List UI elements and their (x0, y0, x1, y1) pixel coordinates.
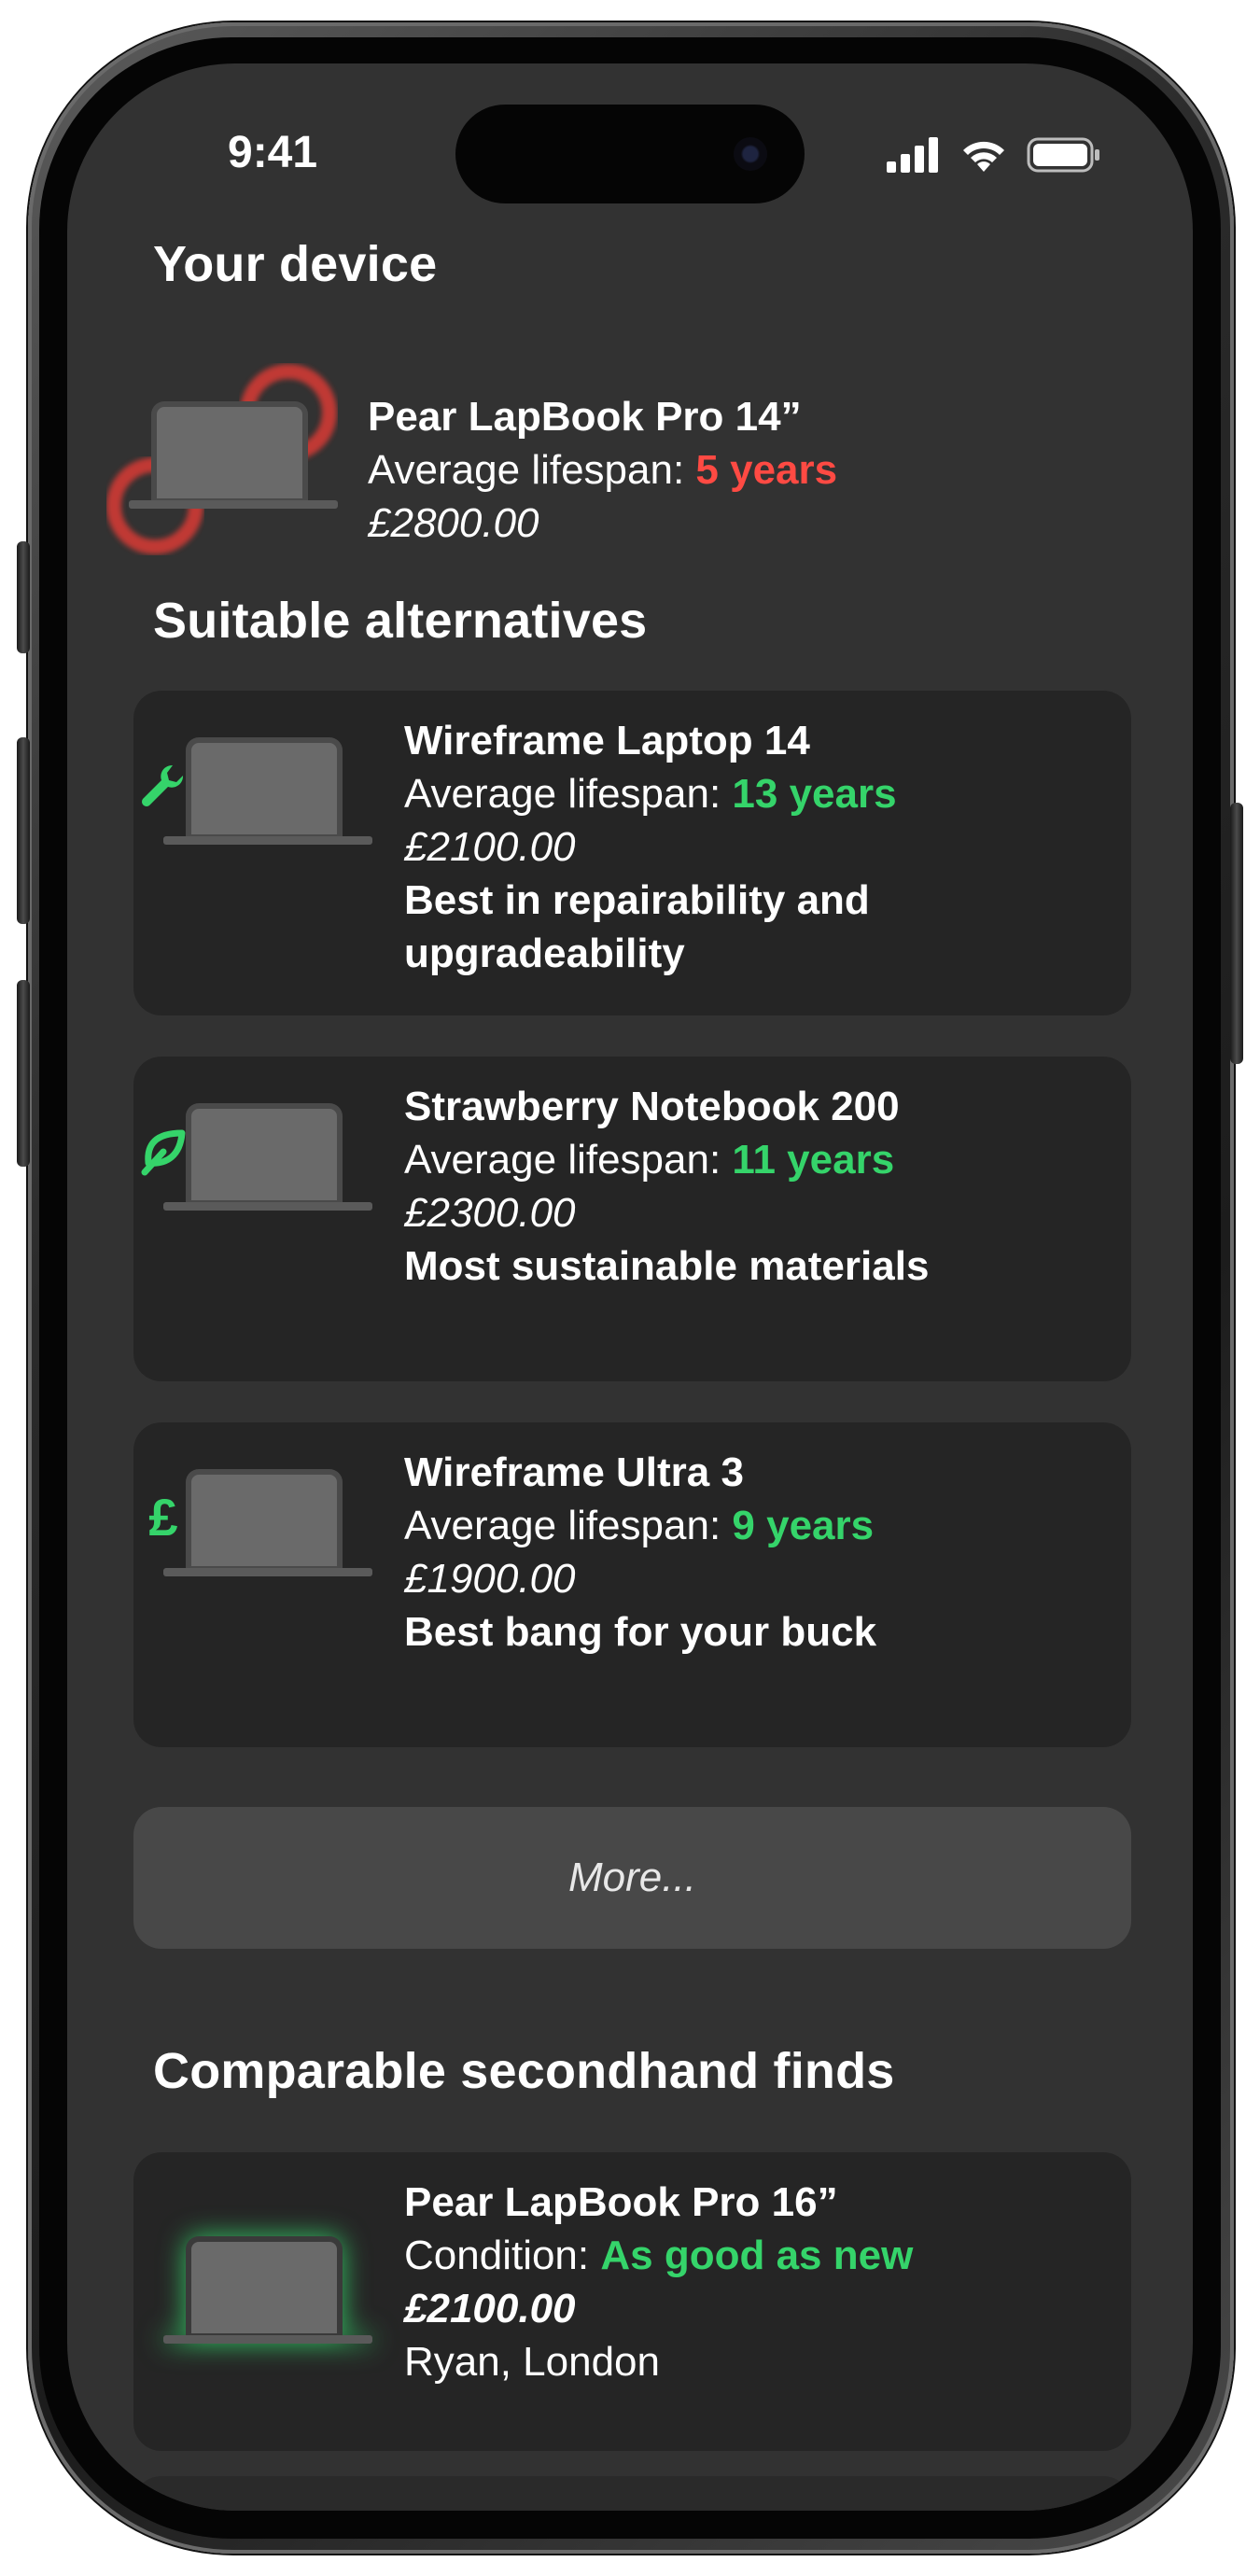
alternative-card-2[interactable]: Strawberry Notebook 200 Average lifespan… (133, 1057, 1131, 1381)
secondhand-price: £2100.00 (404, 2286, 576, 2331)
volume-down-button (17, 980, 30, 1167)
camera-icon (734, 137, 767, 171)
volume-up-button (17, 737, 30, 924)
status-icons (887, 136, 1101, 174)
alternative-name: Wireframe Ultra 3 (404, 1449, 744, 1495)
lifespan-label: Average lifespan: (368, 447, 696, 493)
secondhand-details: Pear LapBook Pro 16” Condition: As good … (404, 2176, 913, 2388)
lifespan-label: Average lifespan: (404, 1137, 733, 1183)
alternative-card-1[interactable]: Wireframe Laptop 14 Average lifespan: 13… (133, 691, 1131, 1015)
alternative-price: £2300.00 (404, 1190, 576, 1236)
secondhand-card-2-peek[interactable] (133, 2476, 1131, 2511)
secondhand-seller: Ryan, London (404, 2339, 660, 2385)
secondhand-card-1[interactable]: Pear LapBook Pro 16” Condition: As good … (133, 2152, 1131, 2451)
alternative-details: Strawberry Notebook 200 Average lifespan… (404, 1080, 929, 1293)
condition-label: Condition: (404, 2233, 601, 2278)
status-time: 9:41 (228, 128, 318, 177)
alternative-lifespan: Average lifespan: 11 years (404, 1133, 929, 1186)
your-device-item[interactable]: Pear LapBook Pro 14” Average lifespan: 5… (67, 343, 1193, 554)
lifespan-value: 13 years (732, 771, 897, 817)
alternative-price: £2100.00 (404, 824, 576, 870)
action-button (17, 541, 30, 653)
alternative-details: Wireframe Laptop 14 Average lifespan: 13… (404, 714, 897, 980)
condition-value: As good as new (600, 2233, 914, 2278)
alternative-details: Wireframe Ultra 3 Average lifespan: 9 ye… (404, 1446, 876, 1659)
wrench-icon (142, 764, 184, 806)
cellular-signal-icon (887, 137, 938, 173)
your-device-details: Pear LapBook Pro 14” Average lifespan: 5… (368, 390, 837, 550)
alternative-tagline: Best bang for your buck (404, 1609, 877, 1655)
pound-icon: £ (148, 1488, 178, 1547)
secondhand-heading: Comparable secondhand finds (153, 2043, 895, 2099)
alternative-name: Wireframe Laptop 14 (404, 718, 810, 763)
leaf-icon (141, 1129, 186, 1176)
lifespan-value: 9 years (732, 1503, 875, 1548)
lifespan-label: Average lifespan: (404, 771, 733, 817)
secondhand-condition: Condition: As good as new (404, 2229, 913, 2282)
battery-icon (1027, 137, 1099, 173)
alternative-card-3[interactable]: £ Wireframe Ultra 3 Average lifespan: 9 … (133, 1422, 1131, 1747)
alternative-tagline: Most sustainable materials (404, 1243, 930, 1289)
dynamic-island (455, 105, 805, 203)
power-button (1230, 803, 1243, 1064)
more-button[interactable]: More... (133, 1807, 1131, 1949)
alternative-lifespan: Average lifespan: 9 years (404, 1499, 876, 1552)
alternative-tagline: Best in repairability and (404, 877, 870, 923)
device-price: £2800.00 (368, 500, 539, 546)
your-device-heading: Your device (153, 236, 438, 292)
alternative-price: £1900.00 (404, 1556, 576, 1602)
phone-screen: 9:41 Your device Pear LapBook Pro 14” Av… (67, 63, 1193, 2511)
alternatives-heading: Suitable alternatives (153, 593, 648, 649)
alternative-tagline-cont: upgradeability (404, 931, 685, 976)
wifi-icon (963, 141, 1004, 172)
lifespan-value: 5 years (695, 447, 838, 493)
device-name: Pear LapBook Pro 14” (368, 394, 802, 440)
secondhand-name: Pear LapBook Pro 16” (404, 2179, 838, 2225)
alternative-lifespan: Average lifespan: 13 years (404, 767, 897, 820)
lifespan-label: Average lifespan: (404, 1503, 733, 1548)
lifespan-value: 11 years (732, 1137, 895, 1183)
alternative-name: Strawberry Notebook 200 (404, 1084, 900, 1129)
device-lifespan: Average lifespan: 5 years (368, 443, 837, 497)
